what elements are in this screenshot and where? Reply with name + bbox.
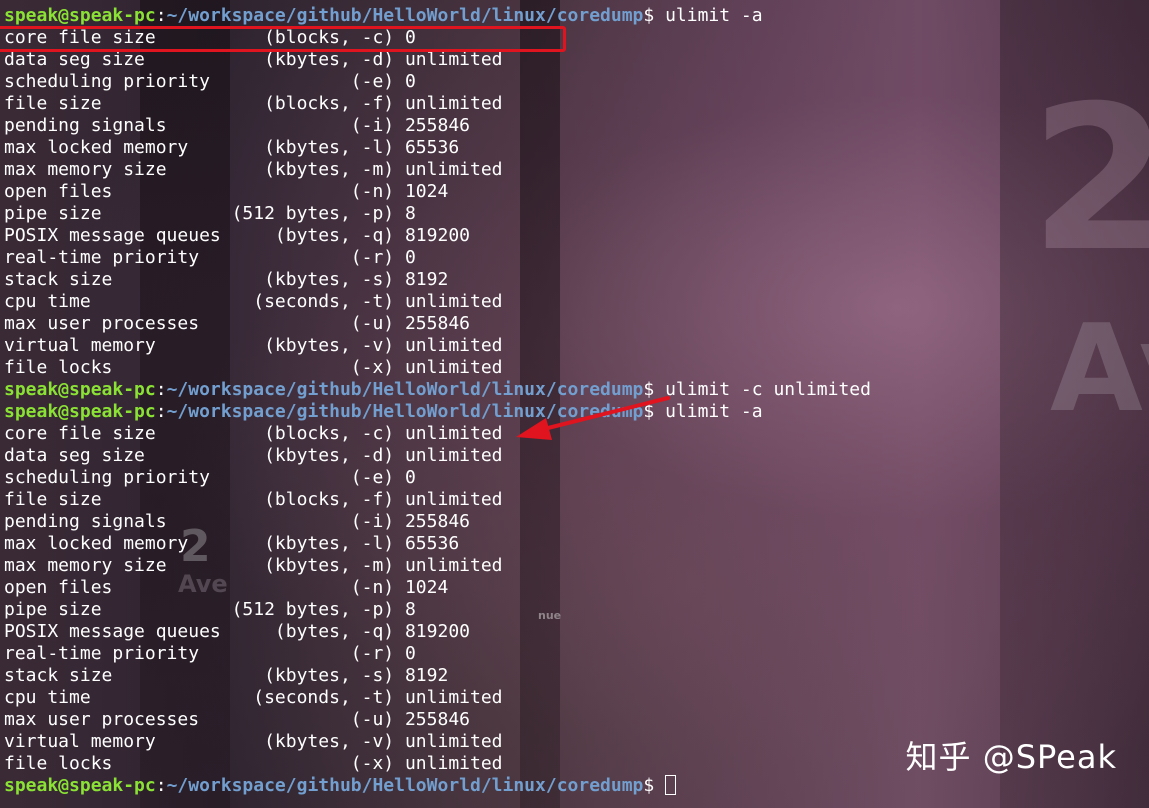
- watermark-text: 知乎 @SPeak: [905, 738, 1117, 776]
- red-arrow-icon: [516, 396, 670, 440]
